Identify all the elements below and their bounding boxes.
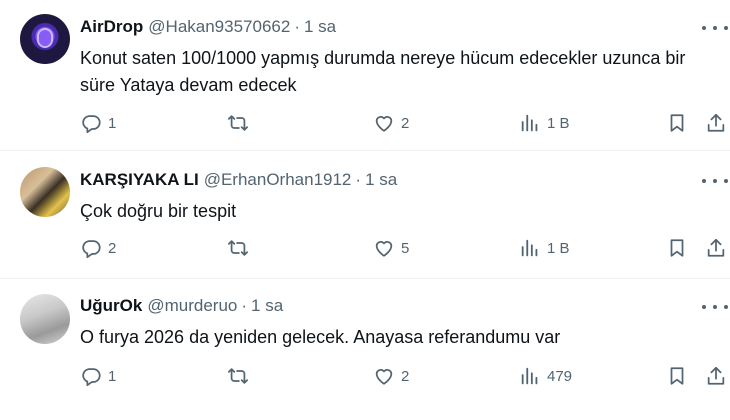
like-icon	[375, 369, 393, 385]
more-icon[interactable]	[702, 172, 728, 190]
author-handle[interactable]: @murderuo	[147, 296, 237, 316]
timestamp[interactable]: 1 sa	[365, 170, 397, 190]
reply-count: 1	[108, 114, 117, 132]
tweet-actions: 1 2 479	[0, 365, 730, 391]
author-name[interactable]: UğurOk	[80, 296, 142, 316]
more-icon[interactable]	[702, 19, 728, 37]
timestamp[interactable]: 1 sa	[304, 17, 336, 37]
repost-icon	[227, 115, 249, 131]
repost-button[interactable]	[227, 365, 255, 387]
reply-button[interactable]: 2	[80, 237, 116, 259]
repost-button[interactable]	[227, 112, 255, 134]
like-icon	[375, 116, 393, 132]
reply-icon	[82, 368, 101, 387]
reply-count: 2	[108, 239, 117, 257]
view-count: 479	[547, 367, 573, 385]
bookmark-icon	[670, 239, 684, 257]
more-icon[interactable]	[702, 298, 728, 316]
view-count: 1 B	[547, 239, 570, 257]
separator: ·	[294, 17, 300, 36]
bookmark-button[interactable]	[666, 237, 688, 259]
share-icon	[707, 113, 725, 132]
views-icon	[521, 114, 538, 132]
repost-icon	[227, 240, 249, 256]
repost-button[interactable]	[227, 237, 255, 259]
like-count: 2	[401, 367, 410, 385]
tweet[interactable]: KARŞIYAKA LI @ErhanOrhan1912 · 1 sa Çok …	[0, 151, 730, 277]
like-button[interactable]: 2	[373, 112, 409, 134]
views-button[interactable]: 1 B	[519, 112, 570, 134]
author-name[interactable]: KARŞIYAKA LI	[80, 170, 199, 190]
views-button[interactable]: 479	[519, 365, 572, 387]
bookmark-icon	[670, 367, 684, 385]
avatar[interactable]	[20, 14, 70, 64]
bookmark-button[interactable]	[666, 112, 688, 134]
timestamp[interactable]: 1 sa	[251, 296, 283, 316]
author-handle[interactable]: @ErhanOrhan1912	[204, 170, 352, 190]
view-count: 1 B	[547, 114, 570, 132]
tweet[interactable]: UğurOk @murderuo · 1 sa O furya 2026 da …	[0, 279, 730, 420]
tweet-text: Çok doğru bir tespit	[80, 201, 237, 221]
share-button[interactable]	[705, 365, 727, 387]
separator: ·	[241, 296, 248, 315]
like-button[interactable]: 2	[373, 365, 409, 387]
reply-icon	[82, 240, 101, 259]
share-icon	[707, 238, 725, 257]
tweet[interactable]: AirDrop @Hakan93570662 · 1 sa Konut sate…	[0, 0, 730, 150]
like-icon	[375, 241, 393, 257]
author-handle[interactable]: @Hakan93570662	[148, 17, 290, 37]
repost-icon	[227, 368, 249, 384]
share-icon	[707, 366, 725, 385]
tweet-actions: 2 5 1 B	[0, 237, 730, 263]
like-count: 5	[401, 239, 410, 257]
tweet-text: Konut saten 100/1000 yapmış durumda nere…	[80, 48, 686, 95]
author-name[interactable]: AirDrop	[80, 17, 143, 37]
views-button[interactable]: 1 B	[519, 237, 570, 259]
reply-icon	[82, 115, 101, 134]
separator: ·	[355, 170, 362, 189]
tweet-actions: 1 2 1 B	[0, 112, 730, 138]
avatar[interactable]	[20, 167, 70, 217]
reply-button[interactable]: 1	[80, 365, 116, 387]
share-button[interactable]	[705, 112, 727, 134]
views-icon	[521, 367, 538, 385]
bookmark-button[interactable]	[666, 365, 688, 387]
like-count: 2	[401, 114, 410, 132]
like-button[interactable]: 5	[373, 237, 409, 259]
views-icon	[521, 239, 538, 257]
bookmark-icon	[670, 114, 684, 132]
reply-count: 1	[108, 367, 117, 385]
tweet-text: O furya 2026 da yeniden gelecek. Anayasa…	[80, 327, 561, 347]
reply-button[interactable]: 1	[80, 112, 116, 134]
share-button[interactable]	[705, 237, 727, 259]
avatar[interactable]	[20, 294, 70, 344]
